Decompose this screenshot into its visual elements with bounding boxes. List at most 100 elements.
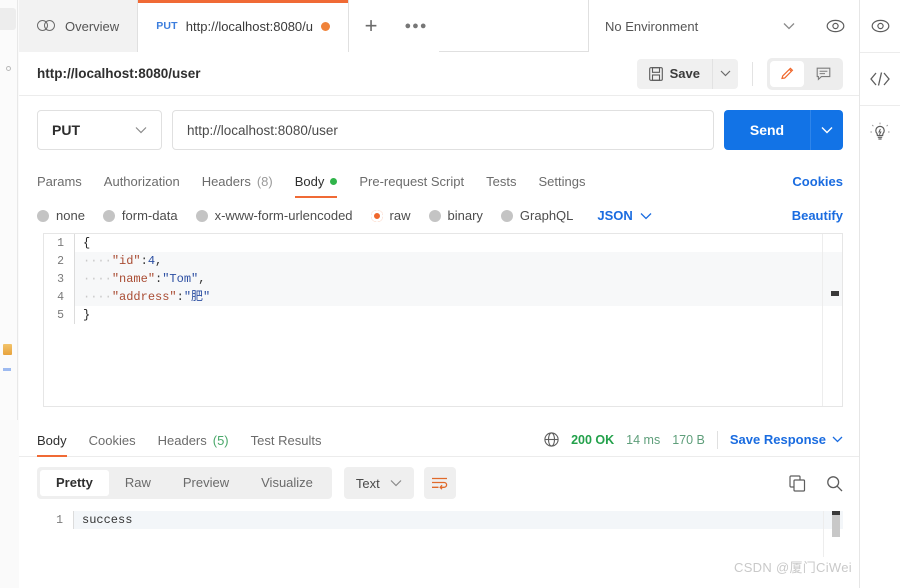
- tab-bar: Overview PUT http://localhost:8080/u + ●…: [19, 0, 859, 52]
- environment-selector[interactable]: No Environment: [589, 0, 811, 52]
- body-type-urlencoded[interactable]: x-www-form-urlencoded: [195, 208, 353, 223]
- tab-method-label: PUT: [156, 20, 178, 32]
- view-mode-pretty[interactable]: Pretty: [40, 470, 109, 496]
- response-tab-headers-label: Headers: [157, 432, 207, 448]
- tab-bar-filler: [439, 0, 589, 51]
- request-body-editor[interactable]: 1 { 2 ····"id":4, 3 ····"name":"Tom", 4 …: [43, 233, 843, 407]
- response-view-mode-group: Pretty Raw Preview Visualize: [37, 467, 332, 499]
- environment-quick-look-button[interactable]: [811, 0, 859, 52]
- chevron-down-icon: [821, 127, 833, 134]
- view-mode-preview[interactable]: Preview: [167, 470, 245, 496]
- view-mode-visualize[interactable]: Visualize: [245, 470, 329, 496]
- copy-icon: [789, 474, 806, 492]
- tab-params[interactable]: Params: [37, 174, 82, 198]
- tab-headers[interactable]: Headers (8): [202, 174, 273, 198]
- radio-icon: [102, 209, 115, 222]
- body-type-raw[interactable]: raw: [370, 208, 411, 223]
- unsaved-dot-icon[interactable]: [321, 21, 330, 31]
- sidebar-folder-icon: [3, 344, 12, 355]
- tab-settings-label: Settings: [538, 174, 586, 189]
- copy-button[interactable]: [789, 474, 806, 492]
- response-status: 200 OK: [571, 432, 615, 447]
- http-method-selector[interactable]: PUT: [37, 110, 162, 150]
- send-options-button[interactable]: [810, 110, 843, 150]
- tab-body-label: Body: [294, 174, 325, 189]
- response-body-viewer[interactable]: 1 success: [43, 511, 843, 557]
- editor-right-guide: [822, 234, 823, 406]
- indent-guide: ····: [83, 290, 112, 304]
- rail-eye-button[interactable]: [860, 0, 900, 52]
- json-comma: ,: [198, 272, 206, 286]
- response-tab-cookies-label: Cookies: [88, 432, 136, 448]
- body-type-form-data[interactable]: form-data: [102, 208, 178, 223]
- response-tab-headers[interactable]: Headers (5): [158, 433, 229, 457]
- search-button[interactable]: [826, 475, 843, 492]
- line-content: ····"address":"肥": [74, 288, 842, 306]
- chevron-down-icon: [720, 70, 731, 77]
- line-number: 1: [56, 513, 63, 527]
- view-mode-raw[interactable]: Raw: [109, 470, 167, 496]
- request-title-row: http://localhost:8080/user Save: [19, 52, 859, 96]
- response-tab-test-results[interactable]: Test Results: [251, 433, 322, 457]
- new-tab-button[interactable]: +: [349, 0, 393, 52]
- body-type-graphql[interactable]: GraphQL: [500, 208, 573, 223]
- response-toolbar-left: Pretty Raw Preview Visualize Text: [37, 467, 456, 499]
- tab-request-put[interactable]: PUT http://localhost:8080/u: [138, 0, 349, 52]
- tab-pre-request-script[interactable]: Pre-request Script: [359, 174, 464, 198]
- body-type-none[interactable]: none: [37, 208, 85, 223]
- response-tab-body-label: Body: [37, 432, 67, 448]
- tab-authorization[interactable]: Authorization: [104, 174, 180, 198]
- line-content: {: [74, 234, 842, 252]
- environment-label: No Environment: [605, 18, 699, 34]
- rail-code-button[interactable]: [860, 53, 900, 105]
- comments-button[interactable]: [806, 61, 840, 87]
- save-options-button[interactable]: [712, 58, 738, 89]
- response-time: 14 ms: [626, 432, 661, 447]
- json-colon: :: [176, 290, 184, 304]
- tab-options-button[interactable]: ●●●: [393, 0, 439, 52]
- code-line: 2 ····"id":4,: [44, 252, 842, 270]
- eye-icon: [871, 19, 889, 33]
- cookies-link[interactable]: Cookies: [792, 174, 843, 189]
- edit-mode-button[interactable]: [770, 60, 804, 87]
- response-scrollbar-track[interactable]: [832, 515, 840, 537]
- tab-tests-label: Tests: [486, 174, 517, 189]
- response-tab-cookies[interactable]: Cookies: [89, 433, 136, 457]
- response-tab-body[interactable]: Body: [37, 433, 67, 457]
- raw-format-value: JSON: [597, 208, 633, 223]
- tab-body[interactable]: Body: [294, 174, 338, 198]
- tab-tests[interactable]: Tests: [486, 174, 516, 198]
- code-line: 1 {: [44, 234, 842, 252]
- json-value: "肥": [183, 290, 211, 304]
- line-content: ····"name":"Tom",: [74, 270, 842, 288]
- tab-settings[interactable]: Settings: [538, 174, 585, 198]
- save-button-label: Save: [669, 66, 700, 81]
- http-method-value: PUT: [52, 122, 80, 138]
- request-tabs-list: Params Authorization Headers (8) Body Pr…: [37, 164, 585, 198]
- wrap-lines-button[interactable]: [423, 467, 456, 499]
- sidebar-collection-chip[interactable]: [0, 8, 16, 30]
- json-colon: :: [140, 254, 148, 268]
- postman-window: Overview PUT http://localhost:8080/u + ●…: [0, 0, 900, 588]
- response-tab-test-results-label: Test Results: [250, 432, 322, 448]
- save-button[interactable]: Save: [636, 58, 712, 89]
- json-value: 4: [147, 254, 156, 268]
- radio-selected-icon: [370, 209, 383, 222]
- tab-overview[interactable]: Overview: [19, 0, 139, 52]
- rail-bulb-button[interactable]: [860, 106, 900, 158]
- radio-icon: [37, 209, 49, 222]
- response-format-selector[interactable]: Text: [343, 467, 414, 499]
- chevron-down-icon: [640, 212, 652, 219]
- chevron-down-icon: [832, 436, 843, 443]
- save-response-button[interactable]: Save Response: [730, 432, 843, 447]
- editor-scrollbar-track[interactable]: [831, 234, 839, 406]
- editor-scrollbar-thumb[interactable]: [831, 291, 839, 296]
- request-title-actions: Save: [636, 57, 843, 90]
- body-type-binary[interactable]: binary: [428, 208, 483, 223]
- url-input[interactable]: [172, 110, 714, 150]
- send-button[interactable]: Send: [724, 110, 810, 150]
- meta-divider: [716, 430, 718, 449]
- code-line: 3 ····"name":"Tom",: [44, 270, 842, 288]
- raw-format-selector[interactable]: JSON: [597, 208, 652, 223]
- beautify-link[interactable]: Beautify: [792, 208, 843, 223]
